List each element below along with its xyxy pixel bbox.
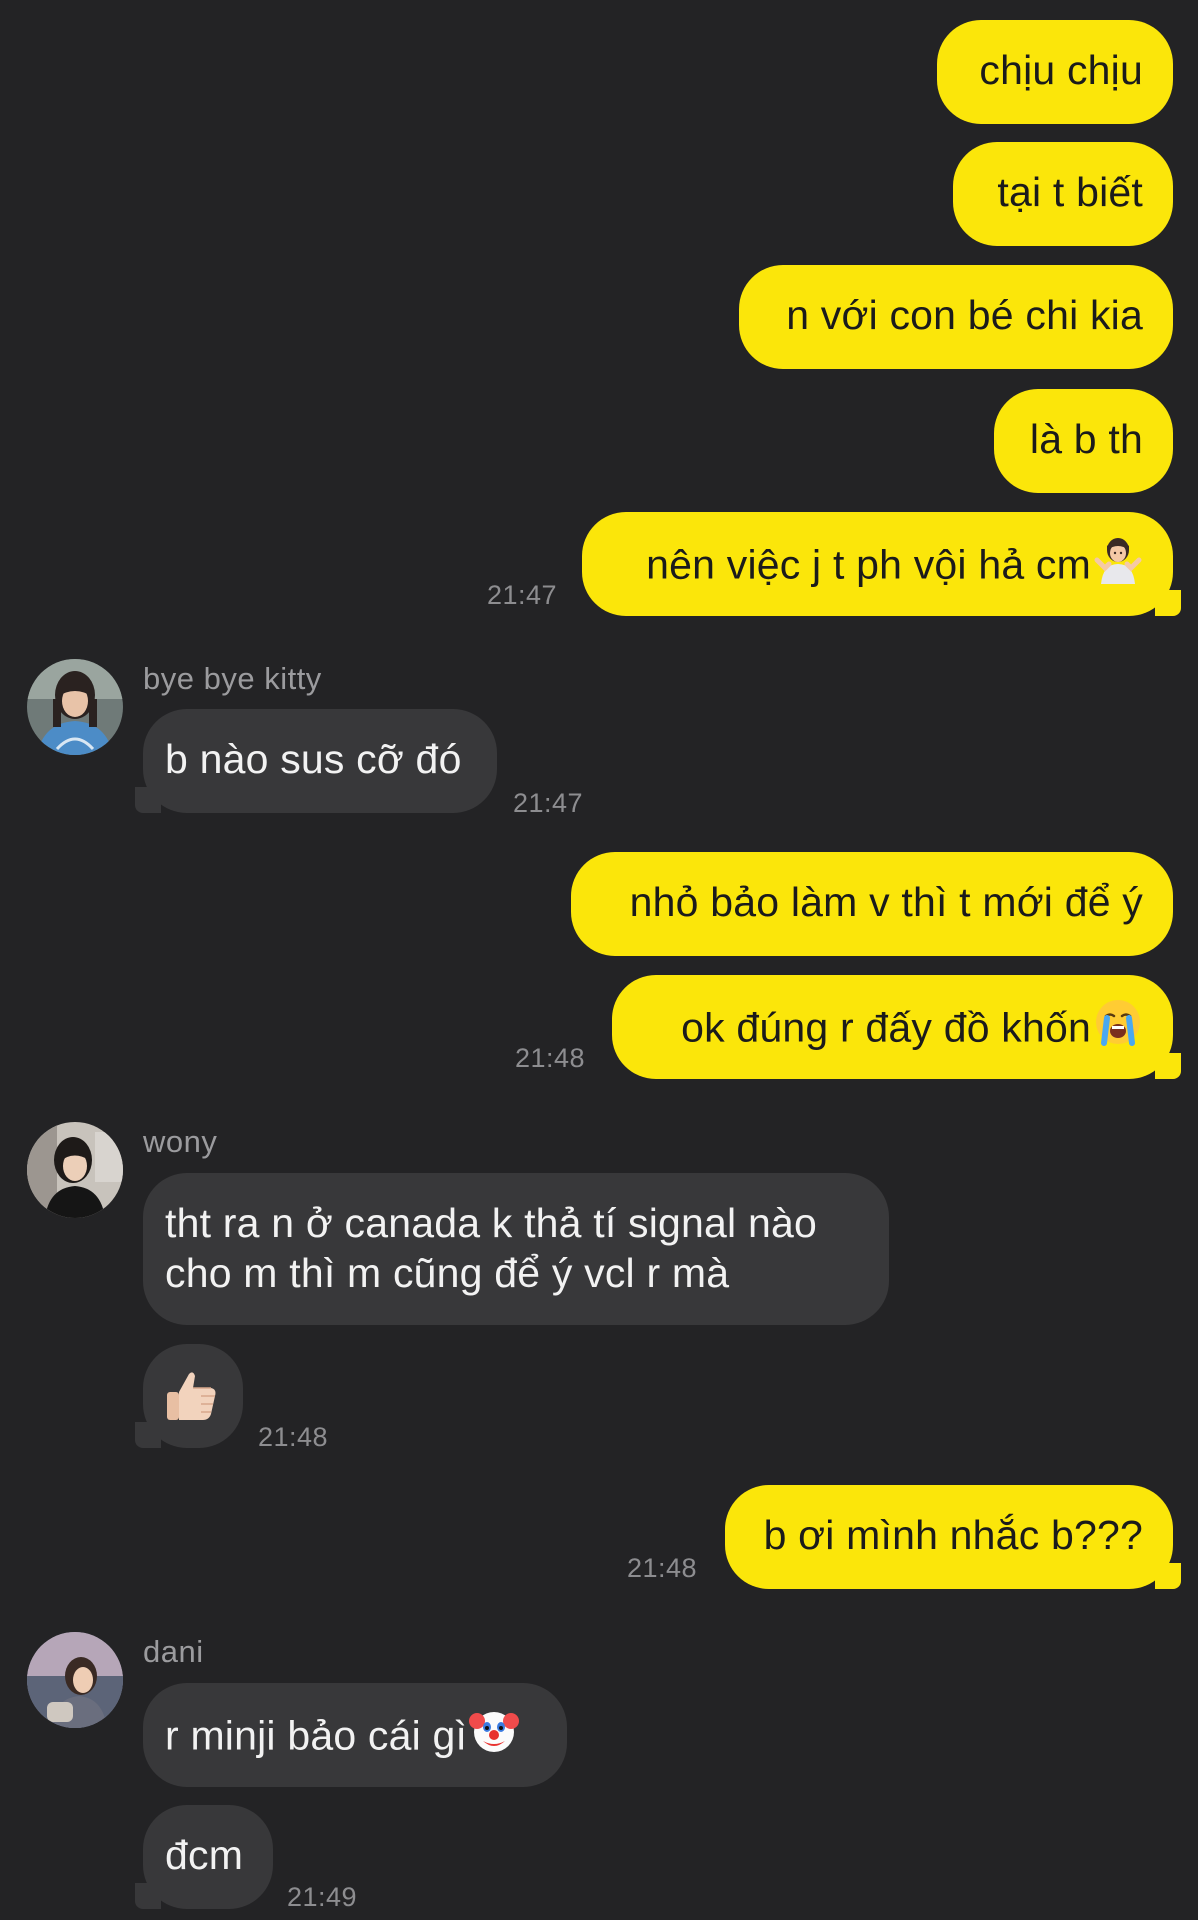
- sent-message[interactable]: b ơi mình nhắc b???: [725, 1485, 1181, 1589]
- person-shrugging-emoji: [1093, 534, 1143, 595]
- sent-message[interactable]: ok đúng r đấy đồ khốn: [612, 975, 1181, 1079]
- received-message[interactable]: r minji bảo cái gì: [143, 1683, 567, 1787]
- sender-name: wony: [143, 1124, 218, 1159]
- thumbs-up-emoji: [163, 1366, 221, 1435]
- message-timestamp: 21:49: [287, 1882, 358, 1912]
- bubble-tail: [1155, 1563, 1181, 1589]
- received-message[interactable]: [135, 1344, 243, 1448]
- message-text: b nào sus cỡ đó: [165, 736, 462, 782]
- bubble-tail: [1155, 590, 1181, 616]
- message-text: chịu chịu: [979, 47, 1143, 93]
- avatar[interactable]: [27, 1122, 123, 1218]
- avatar[interactable]: [27, 659, 123, 755]
- message-text: ok đúng r đấy đồ khốn: [681, 1004, 1091, 1051]
- message-text: nhỏ bảo làm v thì t mới để ý: [629, 879, 1143, 925]
- sent-message[interactable]: nên việc j t ph vội hả cm: [582, 512, 1181, 616]
- message-text: b ơi mình nhắc b???: [763, 1512, 1143, 1558]
- message-text: là b th: [1029, 416, 1143, 462]
- message-text: tại t biết: [997, 169, 1143, 215]
- message-text: n với con bé chi kia: [786, 292, 1143, 338]
- sent-message[interactable]: là b th: [994, 389, 1173, 493]
- sender-name: dani: [143, 1634, 204, 1669]
- received-message[interactable]: tht ra n ở canada k thả tí signal nào ch…: [143, 1173, 889, 1325]
- bubble-tail: [135, 1883, 161, 1909]
- avatar[interactable]: [27, 1632, 123, 1728]
- message-timestamp: 21:48: [258, 1422, 329, 1452]
- chat-thread[interactable]: chịu chịu tại t biết n với con bé chi ki…: [0, 0, 1198, 1920]
- message-text: đcm: [165, 1832, 244, 1878]
- clown-face-emoji: [469, 1705, 520, 1766]
- message-timestamp: 21:47: [513, 788, 584, 818]
- message-text: r minji bảo cái gì: [165, 1712, 468, 1759]
- received-message[interactable]: đcm: [135, 1805, 273, 1909]
- message-text: nên việc j t ph vội hả cm: [646, 541, 1091, 588]
- bubble-tail: [135, 1422, 161, 1448]
- sent-message[interactable]: tại t biết: [953, 142, 1173, 246]
- received-message[interactable]: b nào sus cỡ đó: [135, 709, 497, 813]
- loudly-crying-face-emoji: [1093, 997, 1143, 1058]
- message-timestamp: 21:48: [515, 1043, 586, 1073]
- message-timestamp: 21:47: [487, 580, 558, 610]
- sent-message[interactable]: chịu chịu: [937, 20, 1173, 124]
- bubble-tail: [1155, 1053, 1181, 1079]
- bubble-tail: [135, 787, 161, 813]
- sender-name: bye bye kitty: [143, 661, 322, 696]
- sent-message[interactable]: n với con bé chi kia: [739, 265, 1173, 369]
- message-timestamp: 21:48: [627, 1553, 698, 1583]
- message-text: tht ra n ở canada k thả tí signal nào ch…: [165, 1200, 817, 1296]
- sent-message[interactable]: nhỏ bảo làm v thì t mới để ý: [571, 852, 1173, 956]
